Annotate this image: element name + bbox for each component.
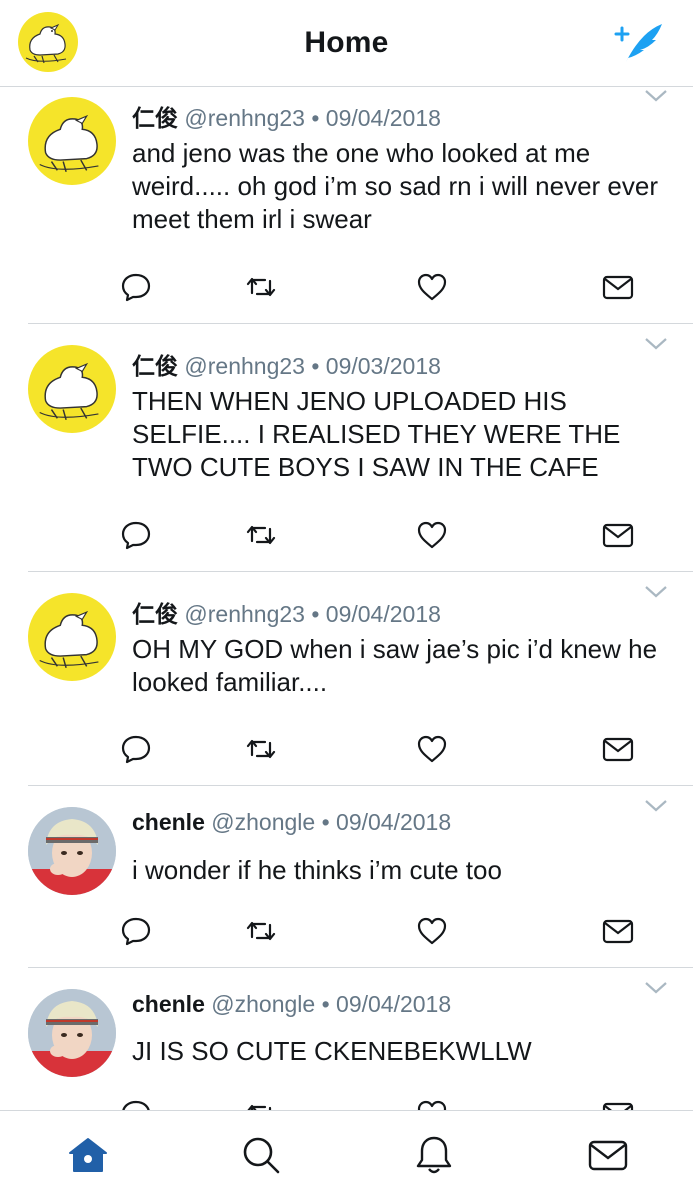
avatar[interactable] bbox=[28, 807, 116, 895]
handle: @renhng23 bbox=[184, 601, 305, 627]
tweet[interactable]: chenle @zhongle • 09/04/2018 i wonder if… bbox=[0, 786, 693, 968]
chevron-down-icon[interactable] bbox=[642, 583, 670, 603]
tweet-date: 09/03/2018 bbox=[325, 353, 441, 379]
reply-icon[interactable] bbox=[118, 913, 154, 949]
meta-separator: • bbox=[311, 601, 320, 627]
like-icon[interactable] bbox=[414, 913, 450, 949]
tweet[interactable]: chenle @zhongle • 09/04/2018 JI IS SO CU… bbox=[0, 968, 693, 1110]
chevron-down-icon[interactable] bbox=[642, 87, 670, 107]
notifications-icon[interactable] bbox=[412, 1133, 456, 1177]
tweet-actions bbox=[0, 1096, 693, 1110]
meta-separator: • bbox=[321, 991, 330, 1017]
handle: @zhongle bbox=[211, 991, 316, 1017]
retweet-icon[interactable] bbox=[243, 731, 279, 767]
duck-avatar-icon bbox=[39, 114, 99, 173]
meta-separator: • bbox=[311, 105, 320, 131]
messages-icon[interactable] bbox=[586, 1133, 630, 1177]
tweet[interactable]: 仁俊 @renhng23 • 09/04/2018 and jeno was t… bbox=[0, 87, 693, 324]
avatar[interactable] bbox=[28, 989, 116, 1077]
chevron-down-icon[interactable] bbox=[642, 979, 670, 999]
handle: @zhongle bbox=[211, 809, 316, 835]
tweet-text: JI IS SO CUTE CKENEBEKWLLW bbox=[132, 1036, 532, 1066]
handle: @renhng23 bbox=[184, 105, 305, 131]
display-name[interactable]: 仁俊 bbox=[132, 105, 178, 131]
compose-tweet-icon bbox=[614, 24, 662, 62]
duck-avatar-icon bbox=[39, 362, 99, 421]
retweet-icon[interactable] bbox=[243, 913, 279, 949]
tweet-date: 09/04/2018 bbox=[325, 105, 441, 131]
home-icon[interactable] bbox=[66, 1133, 110, 1177]
retweet-icon[interactable] bbox=[243, 517, 279, 553]
tweet-actions bbox=[0, 269, 693, 309]
chevron-down-icon[interactable] bbox=[642, 797, 670, 817]
meta-separator: • bbox=[321, 809, 330, 835]
reply-icon[interactable] bbox=[118, 269, 154, 305]
tweet-text: i wonder if he thinks i’m cute too bbox=[132, 855, 502, 885]
bottom-tab-bar bbox=[0, 1110, 693, 1201]
display-name[interactable]: chenle bbox=[132, 991, 205, 1017]
tweet[interactable]: 仁俊 @renhng23 • 09/03/2018 THEN WHEN JENO… bbox=[0, 324, 693, 572]
avatar[interactable] bbox=[28, 97, 116, 185]
tweet-date: 09/04/2018 bbox=[336, 809, 452, 835]
like-icon[interactable] bbox=[414, 731, 450, 767]
avatar[interactable] bbox=[28, 345, 116, 433]
direct-message-icon[interactable] bbox=[600, 913, 636, 949]
retweet-icon[interactable] bbox=[243, 1096, 279, 1110]
like-icon[interactable] bbox=[414, 1096, 450, 1110]
direct-message-icon[interactable] bbox=[600, 1096, 636, 1110]
tweet-meta: 仁俊 @renhng23 • 09/04/2018 bbox=[132, 99, 441, 133]
display-name[interactable]: 仁俊 bbox=[132, 353, 178, 379]
tweet-meta: 仁俊 @renhng23 • 09/03/2018 bbox=[132, 347, 441, 381]
tweet-meta: chenle @zhongle • 09/04/2018 bbox=[132, 991, 451, 1018]
like-icon[interactable] bbox=[414, 517, 450, 553]
search-icon[interactable] bbox=[239, 1133, 283, 1177]
direct-message-icon[interactable] bbox=[600, 269, 636, 305]
display-name[interactable]: chenle bbox=[132, 809, 205, 835]
tweet-text: THEN WHEN JENO UPLOADED HIS SELFIE.... I… bbox=[132, 386, 621, 482]
top-header: Home bbox=[0, 0, 693, 87]
duck-avatar-icon bbox=[39, 610, 99, 669]
tweet-text: OH MY GOD when i saw jae’s pic i’d knew … bbox=[132, 634, 658, 697]
tweet-meta: chenle @zhongle • 09/04/2018 bbox=[132, 809, 451, 836]
avatar[interactable] bbox=[28, 593, 116, 681]
tweet-actions bbox=[0, 517, 693, 557]
timeline-feed[interactable]: 仁俊 @renhng23 • 09/04/2018 and jeno was t… bbox=[0, 87, 693, 1110]
page-title: Home bbox=[304, 26, 389, 59]
tweet[interactable]: 仁俊 @renhng23 • 09/04/2018 OH MY GOD when… bbox=[0, 572, 693, 786]
tweet-date: 09/04/2018 bbox=[325, 601, 441, 627]
direct-message-icon[interactable] bbox=[600, 731, 636, 767]
direct-message-icon[interactable] bbox=[600, 517, 636, 553]
user-photo-avatar-icon bbox=[28, 807, 116, 895]
meta-separator: • bbox=[311, 353, 320, 379]
compose-tweet-button[interactable] bbox=[610, 20, 666, 68]
user-photo-avatar-icon bbox=[28, 989, 116, 1077]
like-icon[interactable] bbox=[414, 269, 450, 305]
tweet-date: 09/04/2018 bbox=[336, 991, 452, 1017]
tweet-meta: 仁俊 @renhng23 • 09/04/2018 bbox=[132, 595, 441, 629]
display-name[interactable]: 仁俊 bbox=[132, 601, 178, 627]
tweet-actions bbox=[0, 913, 693, 953]
reply-icon[interactable] bbox=[118, 517, 154, 553]
reply-icon[interactable] bbox=[118, 1096, 154, 1110]
tweet-text: and jeno was the one who looked at me we… bbox=[132, 138, 658, 234]
tweet-actions bbox=[0, 731, 693, 771]
chevron-down-icon[interactable] bbox=[642, 335, 670, 355]
retweet-icon[interactable] bbox=[243, 269, 279, 305]
handle: @renhng23 bbox=[184, 353, 305, 379]
reply-icon[interactable] bbox=[118, 731, 154, 767]
